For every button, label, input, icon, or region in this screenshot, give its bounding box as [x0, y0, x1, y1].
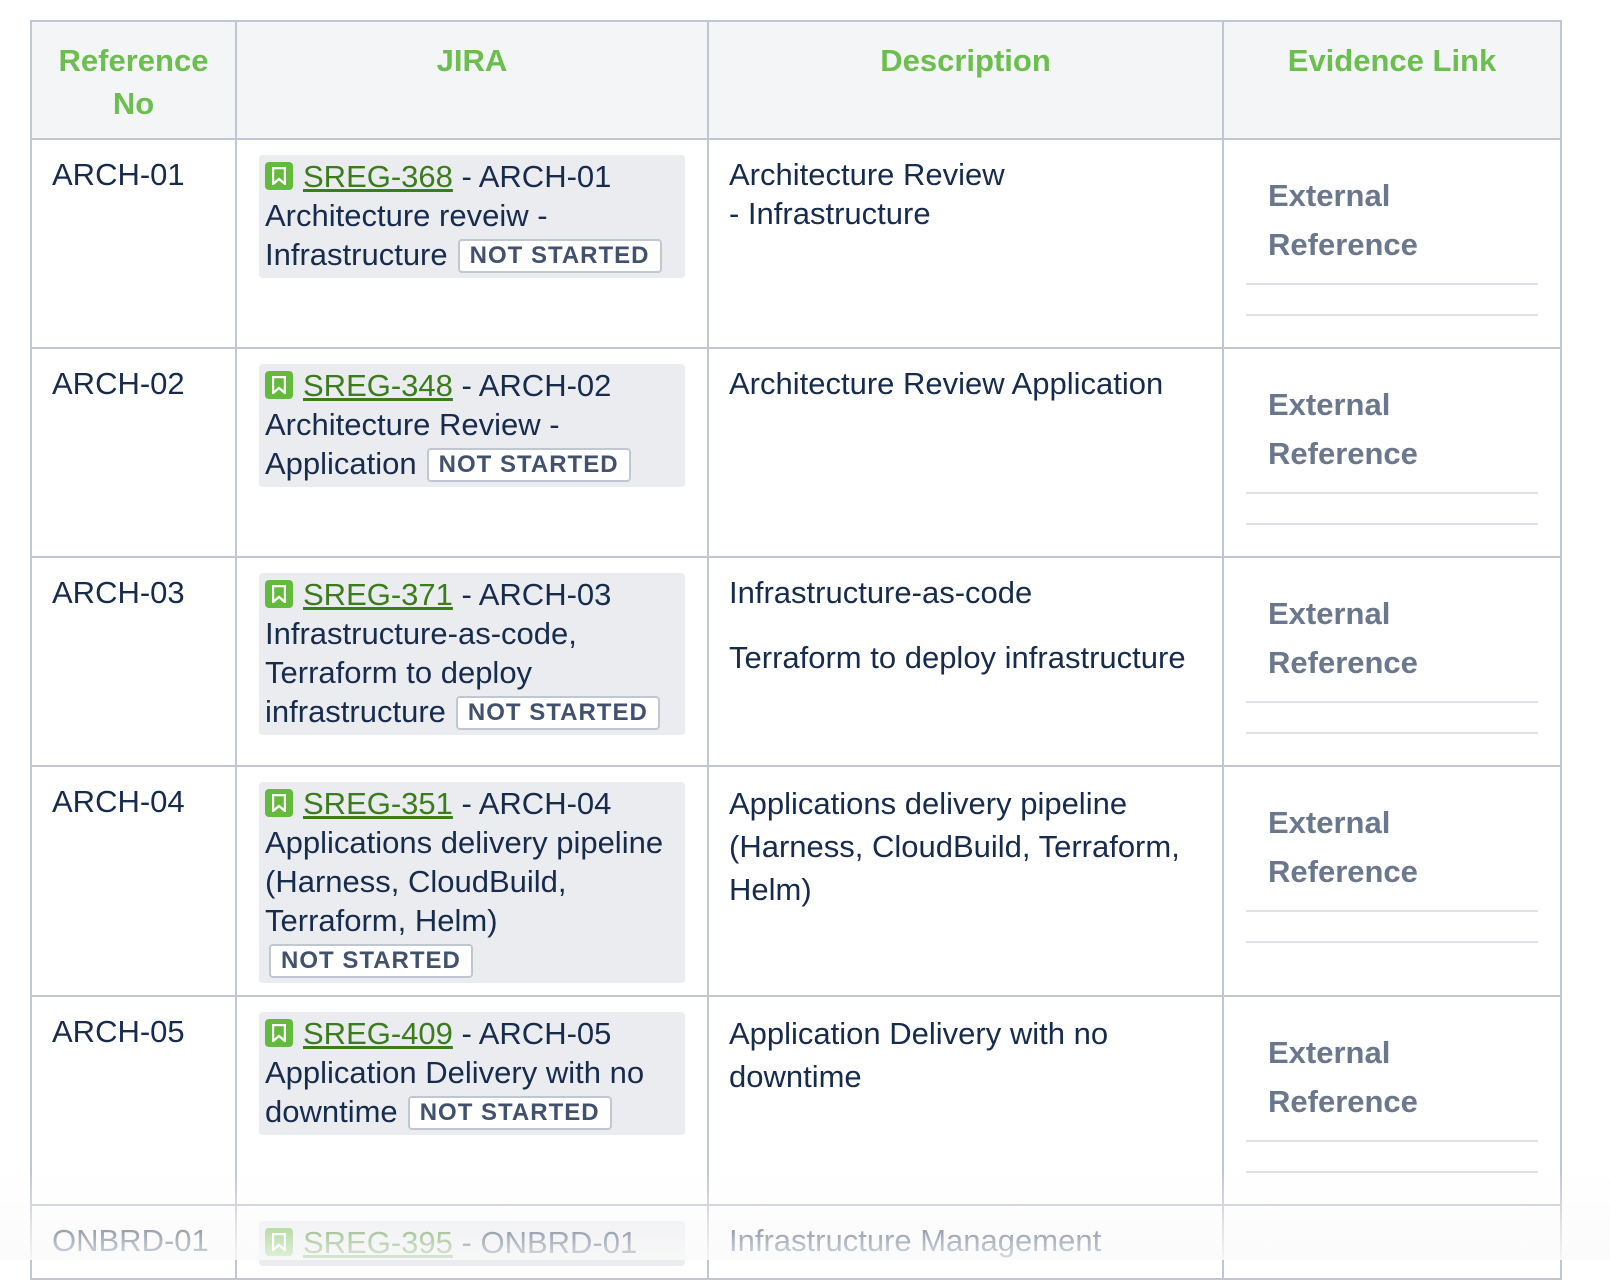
evidence-cell	[1223, 1205, 1561, 1279]
evidence-divider	[1246, 732, 1538, 734]
jira-cell: SREG-368 - ARCH-01 Architecture reveiw -…	[236, 139, 708, 348]
jira-issue-card[interactable]: SREG-348 - ARCH-02 Architecture Review -…	[259, 364, 685, 487]
evidence-cell: External Reference	[1223, 996, 1561, 1205]
jira-issue-summary: - ONBRD-01	[453, 1225, 637, 1260]
description-line: Architecture Review	[729, 155, 1202, 194]
requirements-table-container: Reference No JIRA Description Evidence L…	[30, 20, 1560, 1280]
reference-cell: ARCH-05	[31, 996, 236, 1205]
reference-cell: ARCH-02	[31, 348, 236, 557]
status-badge: NOT STARTED	[458, 239, 662, 273]
bookmark-story-icon	[265, 580, 293, 608]
external-reference-link[interactable]: External Reference	[1246, 380, 1538, 478]
evidence-divider	[1246, 314, 1538, 316]
table-row: ARCH-02 SREG-348 - ARCH-02 Architecture …	[31, 348, 1561, 557]
reference-cell: ARCH-01	[31, 139, 236, 348]
status-badge: NOT STARTED	[456, 696, 660, 730]
evidence-divider	[1246, 1171, 1538, 1173]
description-line: Applications delivery pipeline (Harness,…	[729, 782, 1202, 911]
status-badge: NOT STARTED	[269, 944, 473, 978]
jira-issue-card[interactable]: SREG-409 - ARCH-05 Application Delivery …	[259, 1012, 685, 1135]
description-line: - Infrastructure	[729, 194, 1202, 233]
evidence-divider	[1246, 283, 1538, 285]
jira-cell: SREG-409 - ARCH-05 Application Delivery …	[236, 996, 708, 1205]
header-evidence-link: Evidence Link	[1223, 21, 1561, 139]
description-cell: Architecture Review Application	[708, 348, 1223, 557]
external-reference-link[interactable]: External Reference	[1246, 589, 1538, 687]
evidence-cell: External Reference	[1223, 139, 1561, 348]
description-cell: Infrastructure Management	[708, 1205, 1223, 1279]
evidence-divider	[1246, 492, 1538, 494]
evidence-divider	[1246, 1140, 1538, 1142]
status-badge: NOT STARTED	[408, 1096, 612, 1130]
jira-issue-card[interactable]: SREG-371 - ARCH-03 Infrastructure-as-cod…	[259, 573, 685, 735]
description-cell: Architecture Review - Infrastructure	[708, 139, 1223, 348]
evidence-divider	[1246, 701, 1538, 703]
evidence-divider	[1246, 910, 1538, 912]
jira-cell: SREG-371 - ARCH-03 Infrastructure-as-cod…	[236, 557, 708, 766]
table-row: ARCH-04 SREG-351 - ARCH-04 Applications …	[31, 766, 1561, 996]
table-header-row: Reference No JIRA Description Evidence L…	[31, 21, 1561, 139]
evidence-cell: External Reference	[1223, 348, 1561, 557]
jira-issue-link[interactable]: SREG-348	[303, 368, 453, 403]
requirements-table: Reference No JIRA Description Evidence L…	[30, 20, 1562, 1280]
bookmark-story-icon	[265, 162, 293, 190]
reference-cell: ONBRD-01	[31, 1205, 236, 1279]
reference-cell: ARCH-03	[31, 557, 236, 766]
description-cell: Infrastructure-as-code Terraform to depl…	[708, 557, 1223, 766]
bookmark-story-icon	[265, 789, 293, 817]
jira-issue-link[interactable]: SREG-371	[303, 577, 453, 612]
header-jira: JIRA	[236, 21, 708, 139]
description-line: Architecture Review Application	[729, 364, 1202, 403]
description-line: Terraform to deploy infrastructure	[729, 638, 1202, 677]
jira-cell: SREG-348 - ARCH-02 Architecture Review -…	[236, 348, 708, 557]
header-description: Description	[708, 21, 1223, 139]
jira-issue-card[interactable]: SREG-368 - ARCH-01 Architecture reveiw -…	[259, 155, 685, 278]
jira-issue-link[interactable]: SREG-351	[303, 786, 453, 821]
bookmark-story-icon	[265, 1228, 293, 1256]
jira-issue-card[interactable]: SREG-395 - ONBRD-01	[259, 1221, 685, 1266]
table-row: ARCH-05 SREG-409 - ARCH-05 Application D…	[31, 996, 1561, 1205]
jira-issue-link[interactable]: SREG-409	[303, 1016, 453, 1051]
table-row: ARCH-03 SREG-371 - ARCH-03 Infrastructur…	[31, 557, 1561, 766]
status-badge: NOT STARTED	[427, 448, 631, 482]
evidence-cell: External Reference	[1223, 766, 1561, 996]
evidence-cell: External Reference	[1223, 557, 1561, 766]
table-row: ONBRD-01 SREG-395 - ONBRD-01 Infrastruct…	[31, 1205, 1561, 1279]
jira-cell: SREG-395 - ONBRD-01	[236, 1205, 708, 1279]
jira-issue-card[interactable]: SREG-351 - ARCH-04 Applications delivery…	[259, 782, 685, 983]
jira-issue-link[interactable]: SREG-368	[303, 159, 453, 194]
header-reference-no: Reference No	[31, 21, 236, 139]
table-row: ARCH-01 SREG-368 - ARCH-01 Architecture …	[31, 139, 1561, 348]
external-reference-link[interactable]: External Reference	[1246, 798, 1538, 896]
description-cell: Application Delivery with no downtime	[708, 996, 1223, 1205]
description-line: Infrastructure-as-code	[729, 573, 1202, 612]
external-reference-link[interactable]: External Reference	[1246, 171, 1538, 269]
jira-issue-link[interactable]: SREG-395	[303, 1225, 453, 1260]
evidence-divider	[1246, 941, 1538, 943]
reference-cell: ARCH-04	[31, 766, 236, 996]
external-reference-link[interactable]: External Reference	[1246, 1028, 1538, 1126]
description-line: Infrastructure Management	[729, 1221, 1202, 1260]
evidence-divider	[1246, 523, 1538, 525]
bookmark-story-icon	[265, 371, 293, 399]
description-cell: Applications delivery pipeline (Harness,…	[708, 766, 1223, 996]
bookmark-story-icon	[265, 1019, 293, 1047]
description-line: Application Delivery with no downtime	[729, 1012, 1202, 1098]
jira-cell: SREG-351 - ARCH-04 Applications delivery…	[236, 766, 708, 996]
